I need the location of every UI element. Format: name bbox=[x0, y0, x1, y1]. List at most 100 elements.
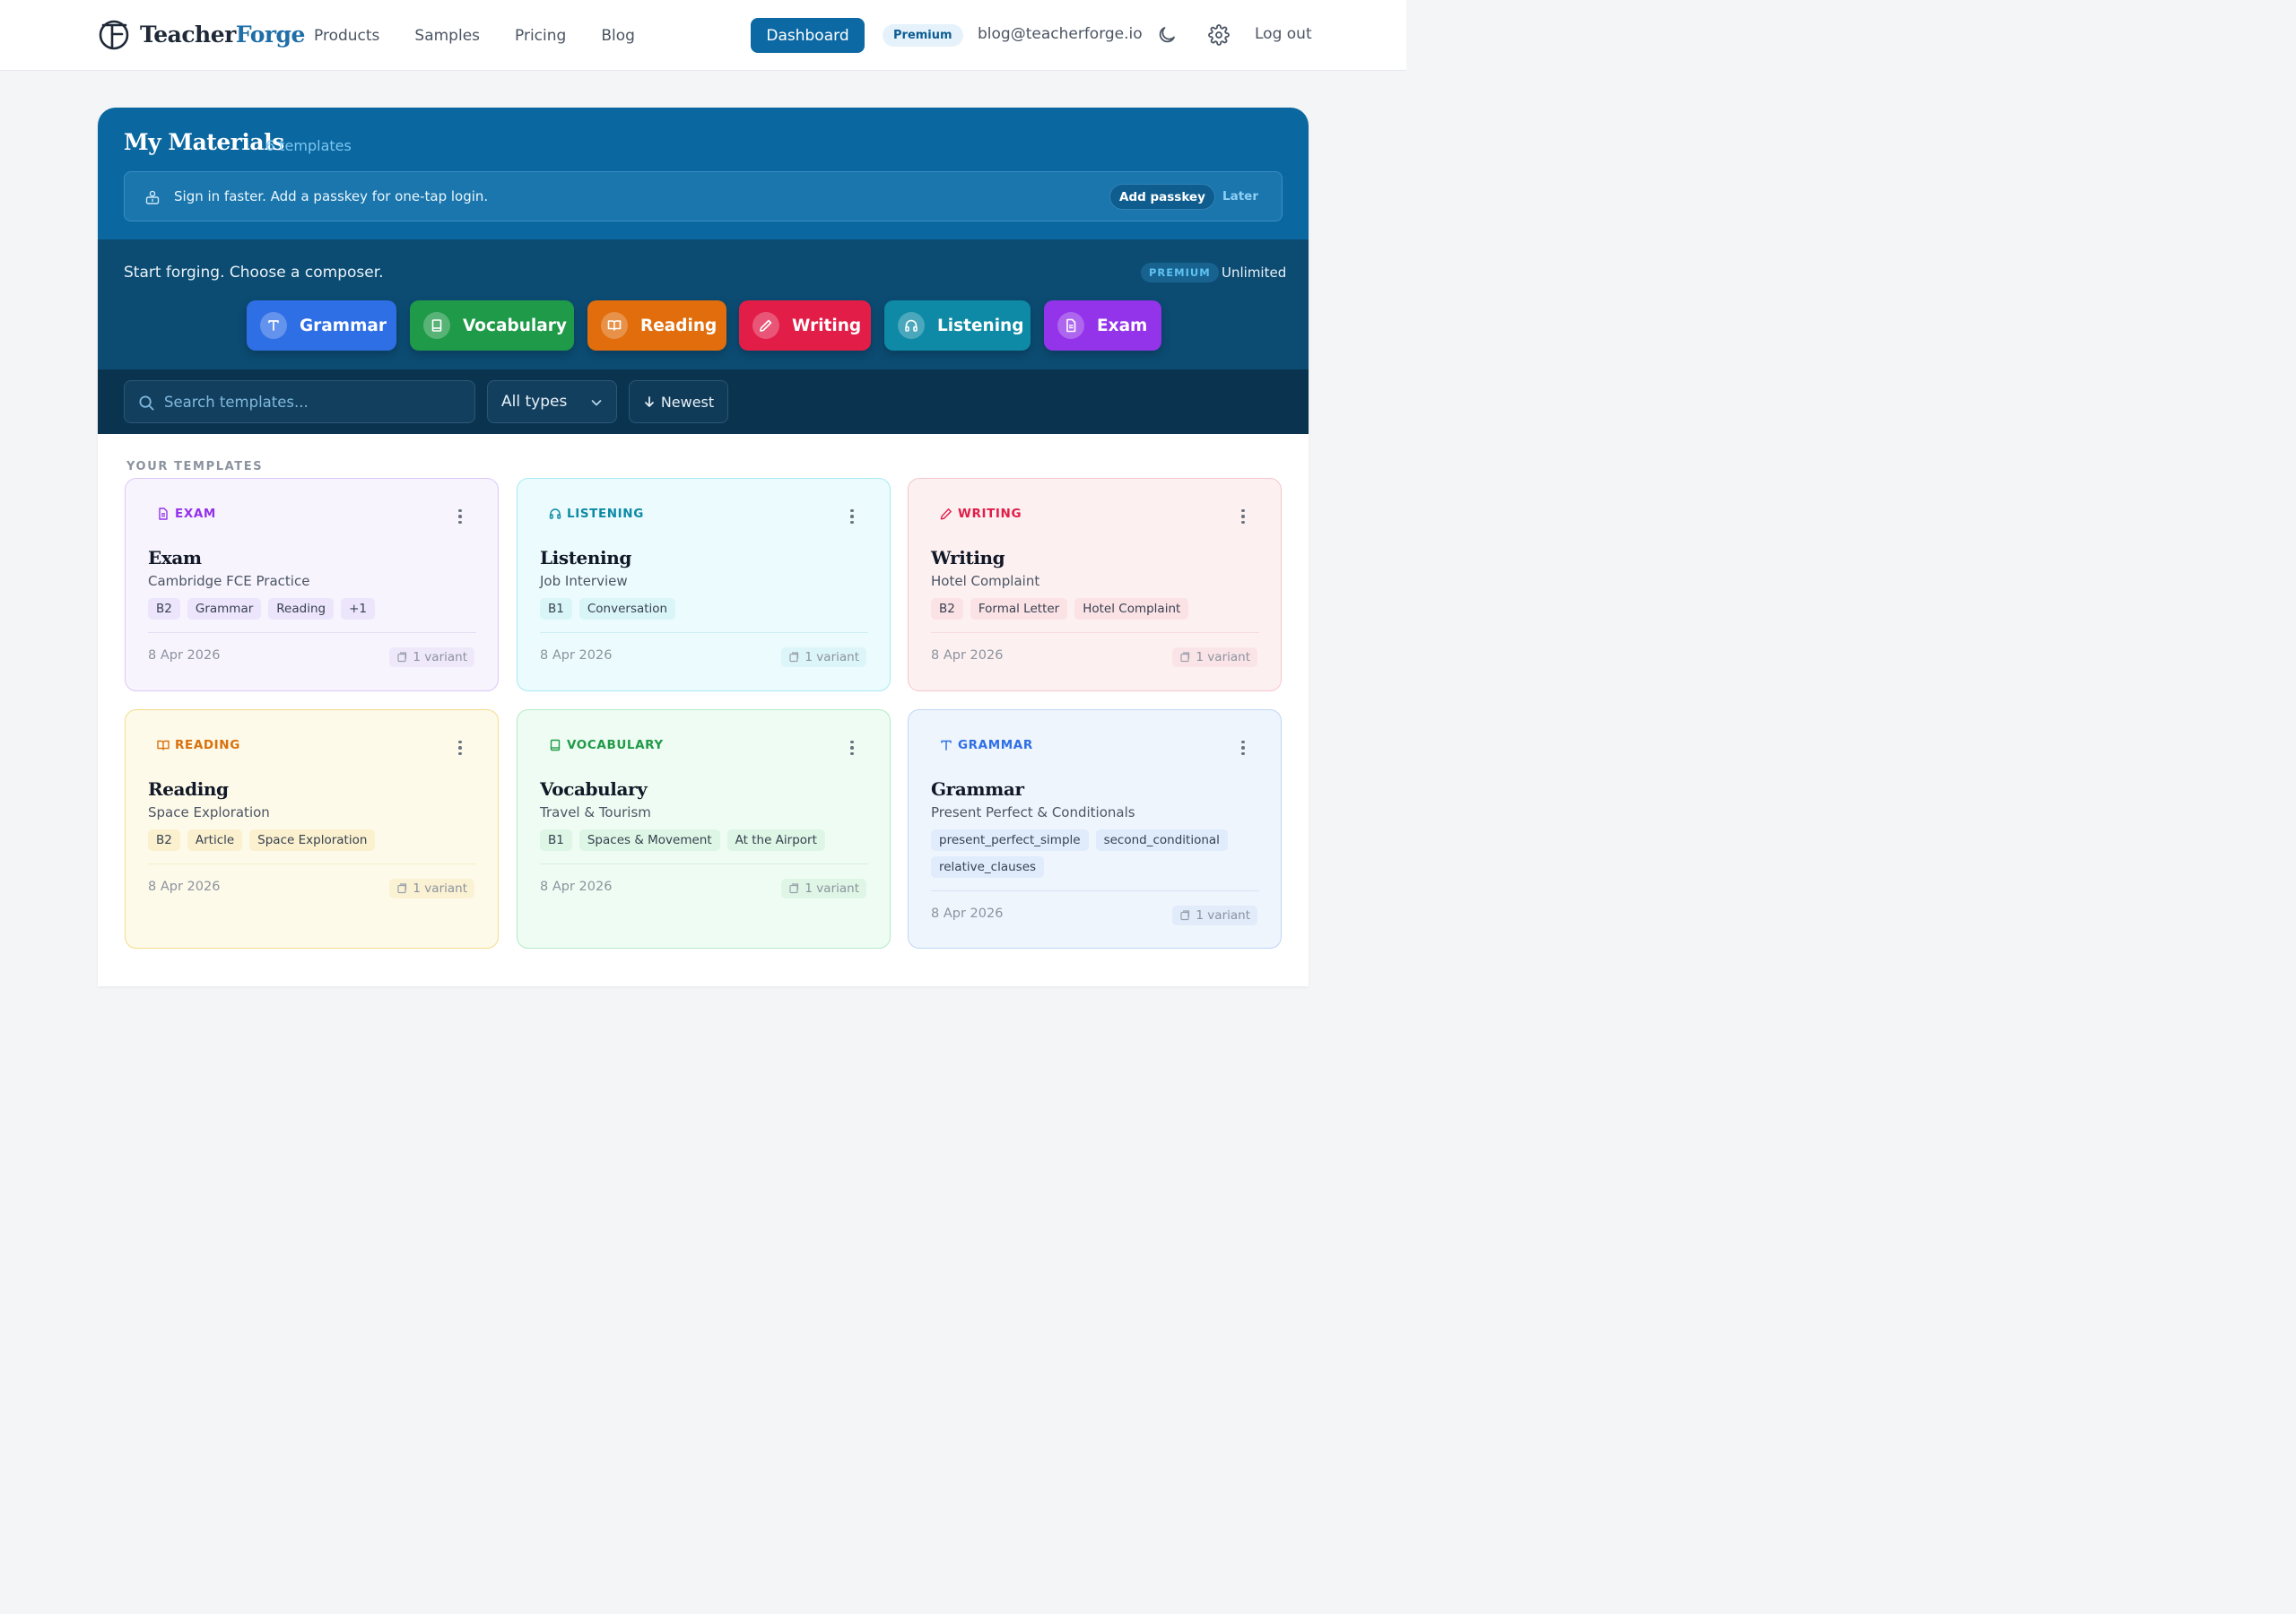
template-card-grammar[interactable]: GRAMMAR Grammar Present Perfect & Condit… bbox=[908, 709, 1282, 949]
composer-label: Reading bbox=[640, 316, 718, 335]
nav-blog[interactable]: Blog bbox=[601, 27, 635, 45]
nav-products[interactable]: Products bbox=[314, 27, 379, 45]
more-menu-icon[interactable] bbox=[845, 739, 859, 757]
logo-icon bbox=[99, 20, 129, 50]
search-input[interactable] bbox=[164, 381, 469, 422]
tag: At the Airport bbox=[726, 829, 825, 851]
type-filter-select[interactable]: All types bbox=[487, 380, 617, 423]
sort-label: Newest bbox=[660, 393, 715, 411]
document-icon bbox=[1066, 318, 1076, 333]
logo[interactable]: TeacherForge bbox=[99, 18, 305, 50]
dashboard-button[interactable]: Dashboard bbox=[751, 18, 865, 53]
plan-badge: Premium bbox=[883, 24, 963, 47]
template-card-reading[interactable]: READING Reading Space Exploration B2 Art… bbox=[125, 709, 499, 949]
passkey-banner: Sign in faster. Add a passkey for one-ta… bbox=[124, 171, 1283, 221]
card-date: 8 Apr 2026 bbox=[540, 648, 613, 663]
composer-label: Writing bbox=[792, 316, 862, 335]
composer-label: Listening bbox=[937, 316, 1024, 335]
headphones-icon bbox=[905, 319, 918, 332]
search-box bbox=[124, 380, 475, 423]
nav-samples[interactable]: Samples bbox=[414, 27, 480, 45]
tag: B2 bbox=[148, 829, 180, 851]
vocabulary-composer-button[interactable]: Vocabulary bbox=[410, 300, 574, 351]
search-icon bbox=[139, 395, 154, 411]
card-date: 8 Apr 2026 bbox=[540, 880, 613, 894]
more-menu-icon[interactable] bbox=[845, 508, 859, 525]
tag: B1 bbox=[540, 598, 572, 620]
variant-count: 1 variant bbox=[781, 647, 866, 667]
add-passkey-button[interactable]: Add passkey bbox=[1109, 184, 1215, 210]
logout-link[interactable]: Log out bbox=[1255, 25, 1312, 43]
listening-composer-button[interactable]: Listening bbox=[884, 300, 1031, 351]
card-tags: B1 Conversation bbox=[540, 598, 872, 620]
variant-count: 1 variant bbox=[389, 879, 474, 898]
card-tags: B2 Grammar Reading +1 bbox=[148, 598, 480, 620]
type-filter-value: All types bbox=[501, 393, 568, 411]
tag: Space Exploration bbox=[249, 829, 376, 851]
headphones-icon bbox=[549, 508, 561, 519]
card-subtitle: Present Perfect & Conditionals bbox=[931, 804, 1135, 820]
card-subtitle: Cambridge FCE Practice bbox=[148, 573, 310, 589]
logo-text: TeacherForge bbox=[140, 21, 305, 48]
tag: B1 bbox=[540, 829, 572, 851]
more-menu-icon[interactable] bbox=[453, 739, 467, 757]
more-menu-icon[interactable] bbox=[1236, 739, 1250, 757]
card-type: LISTENING bbox=[549, 507, 644, 521]
card-title: Reading bbox=[148, 778, 229, 800]
card-divider bbox=[540, 863, 868, 864]
copy-icon bbox=[1180, 652, 1190, 663]
card-tags: B2 Article Space Exploration bbox=[148, 829, 480, 851]
card-date: 8 Apr 2026 bbox=[148, 880, 221, 894]
template-card-exam[interactable]: EXAM Exam Cambridge FCE Practice B2 Gram… bbox=[125, 478, 499, 691]
variant-count: 1 variant bbox=[1172, 647, 1257, 667]
exam-composer-button[interactable]: Exam bbox=[1044, 300, 1161, 351]
card-divider bbox=[931, 890, 1259, 891]
template-card-listening[interactable]: LISTENING Listening Job Interview B1 Con… bbox=[517, 478, 891, 691]
letter-t-icon bbox=[268, 320, 279, 331]
more-menu-icon[interactable] bbox=[1236, 508, 1250, 525]
composer-section: Start forging. Choose a composer. PREMIU… bbox=[98, 239, 1309, 369]
plan-quota: Unlimited bbox=[1222, 265, 1287, 281]
later-button[interactable]: Later bbox=[1222, 189, 1258, 204]
copy-icon bbox=[789, 883, 799, 894]
card-divider bbox=[148, 632, 476, 633]
more-menu-icon[interactable] bbox=[453, 508, 467, 525]
card-subtitle: Travel & Tourism bbox=[540, 804, 651, 820]
chevron-down-icon bbox=[591, 400, 602, 406]
page-title: My Materials bbox=[124, 129, 284, 155]
card-divider bbox=[931, 632, 1259, 633]
variant-count: 1 variant bbox=[781, 879, 866, 898]
template-card-writing[interactable]: WRITING Writing Hotel Complaint B2 Forma… bbox=[908, 478, 1282, 691]
card-tags: B2 Formal Letter Hotel Complaint bbox=[931, 598, 1263, 620]
variant-count: 1 variant bbox=[389, 647, 474, 667]
arrow-down-icon bbox=[644, 396, 654, 407]
tag: Spaces & Movement bbox=[578, 829, 720, 851]
card-date: 8 Apr 2026 bbox=[148, 648, 221, 663]
card-title: Writing bbox=[931, 547, 1005, 568]
card-date: 8 Apr 2026 bbox=[931, 907, 1004, 921]
variant-count: 1 variant bbox=[1172, 906, 1257, 925]
tag: second_conditional bbox=[1095, 829, 1228, 851]
card-type: READING bbox=[157, 738, 240, 752]
sort-button[interactable]: Newest bbox=[629, 380, 728, 423]
open-book-icon bbox=[607, 320, 622, 331]
materials-hero: My Materials 6 templates Sign in faster.… bbox=[98, 108, 1309, 239]
nav-pricing[interactable]: Pricing bbox=[515, 27, 566, 45]
grammar-composer-button[interactable]: Grammar bbox=[247, 300, 396, 351]
copy-icon bbox=[397, 652, 407, 663]
filter-bar: All types Newest bbox=[98, 369, 1309, 434]
tag: Hotel Complaint bbox=[1074, 598, 1189, 620]
account-email[interactable]: blog@teacherforge.io bbox=[978, 25, 1143, 43]
moon-icon[interactable] bbox=[1156, 24, 1178, 46]
card-divider bbox=[540, 632, 868, 633]
card-title: Listening bbox=[540, 547, 631, 568]
template-card-vocabulary[interactable]: VOCABULARY Vocabulary Travel & Tourism B… bbox=[517, 709, 891, 949]
tag: Formal Letter bbox=[970, 598, 1068, 620]
card-type-label: VOCABULARY bbox=[567, 738, 664, 752]
writing-composer-button[interactable]: Writing bbox=[739, 300, 871, 351]
card-type-label: EXAM bbox=[175, 507, 216, 521]
composer-label: Grammar bbox=[300, 316, 387, 335]
reading-composer-button[interactable]: Reading bbox=[587, 300, 726, 351]
gear-icon[interactable] bbox=[1208, 24, 1230, 46]
book-icon bbox=[550, 739, 561, 751]
